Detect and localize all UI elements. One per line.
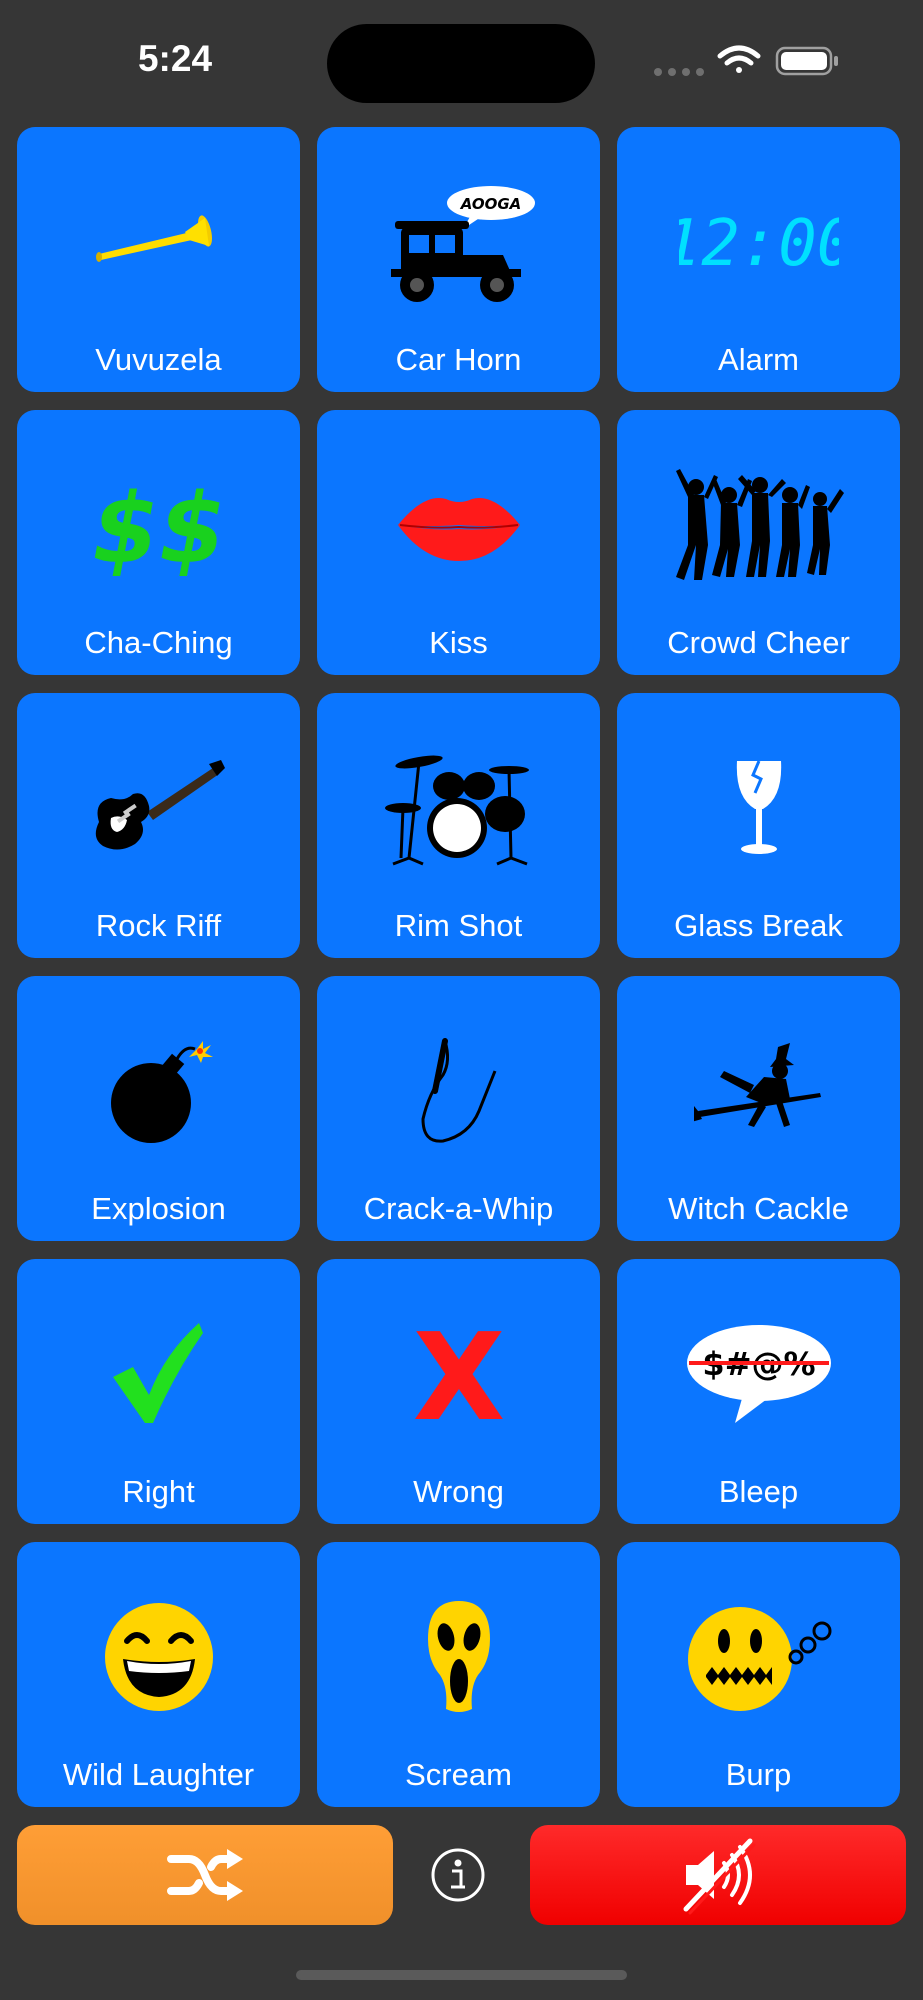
tile-scream[interactable]: Scream — [317, 1542, 600, 1807]
tile-label: Bleep — [718, 1474, 799, 1509]
car-horn-icon: AOOGA — [390, 186, 535, 302]
tile-alarm[interactable]: 12:00 Alarm — [617, 127, 900, 392]
lips-icon — [397, 498, 520, 561]
tile-label: Kiss — [429, 625, 488, 660]
checkmark-icon — [112, 1323, 203, 1423]
tile-crack-a-whip[interactable]: Crack-a-Whip — [317, 976, 600, 1241]
alarm-digits: 12:00 — [679, 207, 839, 281]
sound-grid: Vuvuzela AOOGA Car Horn 2:0 Alarm $$ Cha… — [17, 127, 902, 1807]
tile-wild-laughter[interactable]: Wild Laughter — [17, 1542, 300, 1807]
alarm-clock-icon: 12:00 — [679, 207, 839, 281]
mute-button[interactable] — [530, 1825, 906, 1925]
tile-burp[interactable]: Burp — [617, 1542, 900, 1807]
tile-crowd-cheer[interactable]: Crowd Cheer — [617, 410, 900, 675]
shuffle-button[interactable] — [17, 1825, 393, 1925]
drum-kit-icon — [384, 755, 529, 866]
dollar-signs-icon: $$ — [92, 473, 226, 580]
tile-label: Burp — [725, 1757, 792, 1792]
tile-label: Rim Shot — [394, 908, 523, 943]
tile-label: Wild Laughter — [62, 1757, 255, 1792]
tile-label: Crowd Cheer — [667, 625, 850, 660]
red-x-icon: X — [412, 1319, 505, 1429]
tile-label: Rock Riff — [95, 908, 222, 943]
tile-cha-ching[interactable]: $$ Cha-Ching — [17, 410, 300, 675]
tile-label: Witch Cackle — [668, 1191, 849, 1226]
tile-explosion[interactable]: Explosion — [17, 976, 300, 1241]
vuvuzela-icon — [95, 215, 212, 262]
info-button[interactable] — [430, 1847, 486, 1903]
status-bar: 5:24 — [0, 0, 923, 120]
tile-rim-shot[interactable]: Rim Shot — [317, 693, 600, 958]
tile-label: Vuvuzela — [95, 342, 222, 377]
censored-speech-icon: $#@% — [686, 1325, 831, 1423]
signal-dots-icon — [654, 68, 704, 76]
tile-bleep[interactable]: $#@% Bleep — [617, 1259, 900, 1524]
status-icons — [650, 40, 850, 80]
tile-glass-break[interactable]: Glass Break — [617, 693, 900, 958]
tile-label: Alarm — [718, 342, 799, 377]
tile-label: Crack-a-Whip — [363, 1191, 554, 1226]
tile-car-horn[interactable]: AOOGA Car Horn — [317, 127, 600, 392]
laughing-face-icon — [104, 1603, 213, 1711]
tile-label: Cha-Ching — [84, 625, 233, 660]
bottom-toolbar — [17, 1825, 906, 1925]
tile-rock-riff[interactable]: Rock Riff — [17, 693, 300, 958]
whip-icon — [420, 1038, 496, 1143]
tile-kiss[interactable]: Kiss — [317, 410, 600, 675]
bomb-icon — [110, 1041, 213, 1143]
witch-icon — [693, 1043, 821, 1127]
tile-vuvuzela[interactable]: Vuvuzela — [17, 127, 300, 392]
scream-mask-icon — [427, 1601, 490, 1712]
electric-guitar-icon — [95, 760, 225, 850]
tile-wrong[interactable]: X Wrong — [317, 1259, 600, 1524]
tile-witch-cackle[interactable]: Witch Cackle — [617, 976, 900, 1241]
x-glyph: X — [412, 1319, 505, 1429]
dollar-text: $$ — [92, 473, 226, 580]
tile-label: Wrong — [413, 1474, 504, 1509]
tile-right[interactable]: Right — [17, 1259, 300, 1524]
tile-label: Right — [122, 1474, 195, 1509]
home-indicator — [296, 1970, 627, 1980]
wifi-icon — [717, 45, 761, 73]
crowd-icon — [675, 469, 844, 580]
info-icon — [431, 1848, 485, 1902]
dynamic-island — [327, 24, 595, 103]
speaker-muted-icon — [683, 1838, 756, 1915]
tile-label: Car Horn — [395, 342, 522, 377]
broken-glass-icon — [736, 760, 781, 854]
tile-label: Explosion — [91, 1191, 226, 1226]
status-time: 5:24 — [137, 38, 213, 79]
battery-icon — [775, 46, 838, 76]
horn-bubble-text: AOOGA — [459, 195, 521, 213]
tile-label: Scream — [405, 1757, 512, 1792]
shuffle-icon — [167, 1849, 243, 1901]
tile-label: Glass Break — [674, 908, 843, 943]
burp-face-icon — [687, 1607, 831, 1711]
